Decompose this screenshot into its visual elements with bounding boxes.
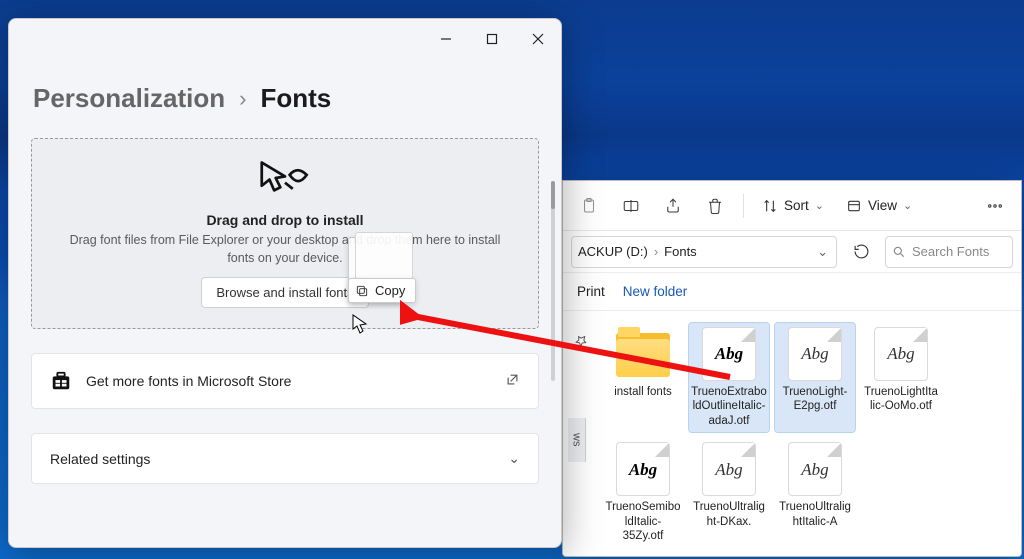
- search-icon: [892, 245, 906, 259]
- font-file-item[interactable]: AbgTruenoSemiboldItalic-35Zy.otf: [603, 438, 683, 547]
- close-button[interactable]: [515, 19, 561, 59]
- chevron-right-icon: ›: [239, 86, 246, 112]
- breadcrumb-current: Fonts: [260, 83, 331, 114]
- related-settings-card[interactable]: Related settings ⌄: [31, 433, 539, 484]
- external-link-icon: [505, 372, 520, 390]
- file-label: install fonts: [614, 385, 672, 399]
- folder-item[interactable]: install fonts: [603, 323, 683, 432]
- font-file-item[interactable]: AbgTruenoExtraboldOutlineItalic-adaJ.otf: [689, 323, 769, 432]
- drag-drop-icon: [254, 157, 316, 199]
- file-label: TruenoLight-E2pg.otf: [777, 385, 853, 414]
- folder-icon: [616, 333, 670, 377]
- store-card-label: Get more fonts in Microsoft Store: [86, 373, 291, 389]
- related-settings-label: Related settings: [50, 451, 150, 467]
- paste-icon: [571, 189, 607, 223]
- minimize-button[interactable]: [423, 19, 469, 59]
- file-label: TruenoUltralightItalic-A: [777, 500, 853, 529]
- get-more-fonts-card[interactable]: Get more fonts in Microsoft Store: [31, 353, 539, 409]
- font-icon: Abg: [788, 327, 842, 381]
- address-segment-folder[interactable]: Fonts: [664, 244, 697, 259]
- search-box[interactable]: Search Fonts: [885, 236, 1013, 268]
- sort-label: Sort: [784, 198, 809, 213]
- font-file-item[interactable]: Abg TruenoUltralightItalic-A: [775, 438, 855, 547]
- font-file-item[interactable]: Abg TruenoLightItalic-OoMo.otf: [861, 323, 941, 432]
- sort-button[interactable]: Sort ⌄: [754, 198, 832, 214]
- font-icon: Abg: [702, 327, 756, 381]
- chevron-right-icon: ›: [652, 244, 660, 259]
- sidebar-fragment: ws: [568, 418, 586, 462]
- rename-icon[interactable]: [613, 189, 649, 223]
- view-button[interactable]: View ⌄: [838, 198, 920, 214]
- font-icon: Abg: [874, 327, 928, 381]
- explorer-address-bar: ACKUP (D:) › Fonts ⌄ Search Fonts: [563, 231, 1021, 273]
- delete-icon[interactable]: [697, 189, 733, 223]
- search-placeholder: Search Fonts: [912, 244, 989, 259]
- font-icon: Abg: [616, 442, 670, 496]
- address-box[interactable]: ACKUP (D:) › Fonts ⌄: [571, 236, 837, 268]
- maximize-button[interactable]: [469, 19, 515, 59]
- drop-subtext: Drag font files from File Explorer or yo…: [48, 232, 522, 277]
- scrollbar[interactable]: [551, 181, 555, 381]
- font-file-item[interactable]: Abg TruenoLight-E2pg.otf: [775, 323, 855, 432]
- explorer-command-bar: Print New folder: [563, 273, 1021, 311]
- file-label: TruenoLightItalic-OoMo.otf: [863, 385, 939, 414]
- file-explorer-window: Sort ⌄ View ⌄ ACKUP (D:) › Fonts ⌄ Searc…: [562, 180, 1022, 557]
- breadcrumb-parent[interactable]: Personalization: [33, 83, 225, 114]
- font-drop-zone[interactable]: Drag and drop to install Drag font files…: [31, 138, 539, 329]
- settings-window: Personalization › Fonts Drag and drop to…: [8, 18, 562, 548]
- refresh-button[interactable]: [845, 236, 877, 268]
- file-label: TruenoSemiboldItalic-35Zy.otf: [605, 500, 681, 543]
- font-file-item[interactable]: Abg TruenoUltralight-DKax.: [689, 438, 769, 547]
- address-segment-drive[interactable]: ACKUP (D:): [578, 244, 648, 259]
- browse-fonts-button[interactable]: Browse and install fonts: [201, 277, 368, 308]
- file-label: TruenoUltralight-DKax.: [691, 500, 767, 529]
- chevron-down-icon: ⌄: [815, 199, 824, 212]
- explorer-toolbar: Sort ⌄ View ⌄: [563, 181, 1021, 231]
- store-icon: [50, 370, 72, 392]
- font-icon: Abg: [788, 442, 842, 496]
- chevron-down-icon[interactable]: ⌄: [817, 244, 828, 260]
- more-button[interactable]: [977, 189, 1013, 223]
- view-label: View: [868, 198, 897, 213]
- print-button[interactable]: Print: [577, 284, 605, 299]
- file-grid: install fontsAbgTruenoExtraboldOutlineIt…: [563, 311, 1021, 556]
- drop-heading: Drag and drop to install: [48, 212, 522, 228]
- chevron-down-icon: ⌄: [903, 199, 912, 212]
- window-controls: [423, 19, 561, 59]
- file-label: TruenoExtraboldOutlineItalic-adaJ.otf: [691, 385, 767, 428]
- chevron-down-icon: ⌄: [508, 450, 520, 467]
- toolbar-separator: [743, 194, 744, 218]
- new-folder-button[interactable]: New folder: [623, 284, 688, 299]
- share-icon[interactable]: [655, 189, 691, 223]
- font-icon: Abg: [702, 442, 756, 496]
